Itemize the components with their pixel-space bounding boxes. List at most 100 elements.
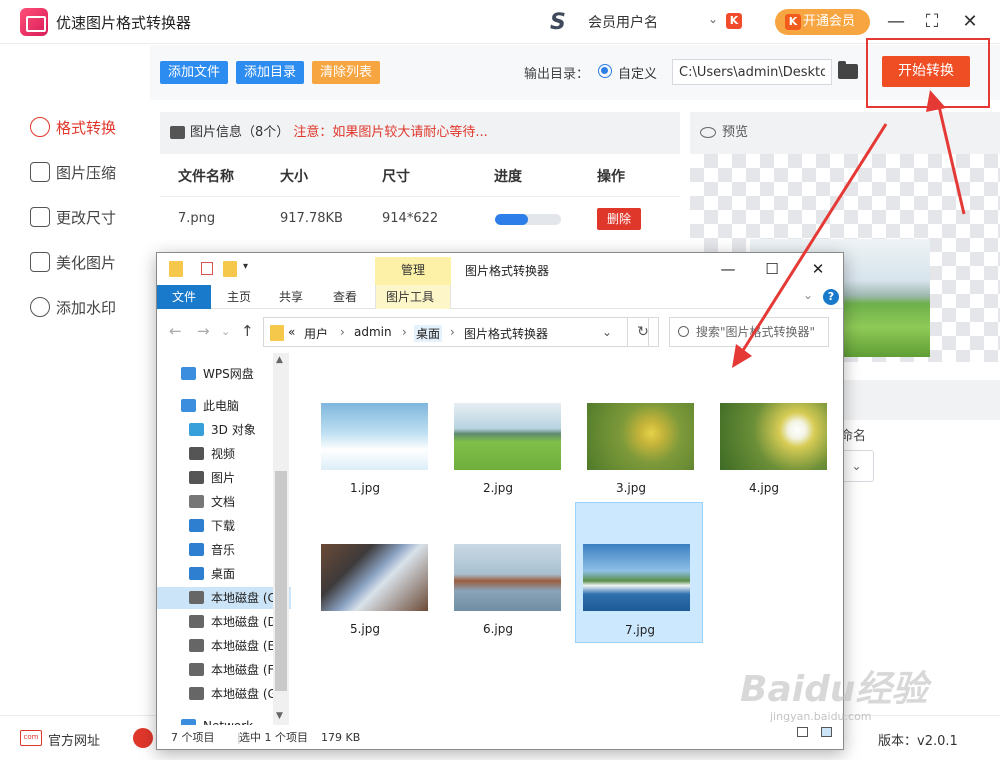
close-icon[interactable]: ✕ (807, 258, 829, 280)
sidebar-item-format-convert[interactable]: 格式转换 (30, 115, 116, 139)
tab-picture-tools[interactable]: 图片工具 (375, 285, 451, 309)
add-directory-button[interactable]: 添加目录 (236, 61, 305, 84)
nav-item[interactable]: 桌面 (189, 563, 235, 585)
large-icons-view-icon[interactable] (821, 727, 832, 737)
add-file-button[interactable]: 添加文件 (160, 61, 229, 84)
recent-caret-icon[interactable]: ⌄ (221, 325, 230, 338)
new-folder-icon[interactable] (223, 261, 237, 277)
file-thumbnail[interactable]: 1.jpg (301, 353, 429, 495)
delete-button[interactable]: 删除 (597, 208, 641, 230)
up-arrow-icon[interactable]: ↑ (241, 322, 254, 340)
nav-item[interactable]: 音乐 (189, 539, 235, 561)
preview-title: 预览 (722, 125, 749, 140)
custom-radio-label[interactable]: 自定义 (618, 63, 657, 82)
nav-scrollbar[interactable]: ▲ ▼ (273, 353, 289, 725)
file-thumbnail[interactable]: 7.jpg (575, 502, 703, 643)
nav-item[interactable]: 此电脑 (181, 395, 239, 417)
nav-item-label: 本地磁盘 (F (211, 663, 275, 677)
sidebar-item-resize[interactable]: 更改尺寸 (30, 205, 116, 229)
tab-file[interactable]: 文件 (157, 285, 212, 309)
search-input[interactable]: 搜索"图片格式转换器" (669, 317, 829, 347)
nav-item-label: Network (203, 719, 253, 725)
tab-view[interactable]: 查看 (323, 285, 367, 309)
maximize-icon[interactable]: ⛶ (918, 8, 946, 36)
nav-item[interactable]: 视频 (189, 443, 235, 465)
custom-radio[interactable] (598, 64, 612, 78)
nav-item[interactable]: 本地磁盘 (D (189, 611, 277, 633)
user-avatar-icon[interactable]: S (550, 10, 566, 35)
details-view-icon[interactable] (797, 727, 808, 737)
compress-icon (30, 162, 50, 182)
explorer-title-bar: ▾ 管理 图片格式转换器 — ☐ ✕ (157, 253, 843, 285)
baidu-watermark: Baidu经验 (740, 669, 928, 710)
nav-item[interactable]: 本地磁盘 (E (189, 635, 275, 657)
maximize-icon[interactable]: ☐ (761, 258, 783, 280)
qq-icon[interactable] (133, 728, 153, 748)
nav-item-icon (189, 495, 204, 508)
nav-item[interactable]: 本地磁盘 (G (189, 683, 277, 705)
breadcrumb-desktop[interactable]: 桌面 (414, 325, 443, 342)
chevron-down-icon[interactable]: ⌄ (602, 325, 612, 339)
file-image-preview (583, 544, 690, 611)
file-thumbnail[interactable]: 4.jpg (700, 353, 828, 495)
scroll-thumb[interactable] (275, 471, 287, 691)
website-link[interactable]: 官方网址 (48, 730, 100, 749)
chevron-down-icon[interactable]: ⌄ (803, 288, 813, 302)
nav-item-icon (189, 423, 204, 436)
file-thumbnail[interactable]: 3.jpg (567, 353, 695, 495)
address-input[interactable]: « 用户 › admin › 桌面 › 图片格式转换器 ⌄ (263, 317, 649, 347)
table-row[interactable]: 7.png 917.78KB 914*622 删除 (160, 196, 680, 242)
chevron-down-icon[interactable]: ⌄ (708, 12, 718, 26)
nav-item[interactable]: 本地磁盘 (C (157, 587, 291, 609)
open-vip-button[interactable]: K 开通会员 (775, 9, 870, 35)
quick-access-caret-icon[interactable]: ▾ (243, 261, 248, 272)
sidebar-item-compress[interactable]: 图片压缩 (30, 160, 116, 184)
output-path-input[interactable] (672, 59, 832, 85)
breadcrumb-admin[interactable]: admin (354, 325, 392, 339)
properties-icon[interactable] (201, 262, 213, 275)
tab-share[interactable]: 共享 (269, 285, 313, 309)
minimize-icon[interactable]: — (882, 8, 910, 36)
nav-item-label: 本地磁盘 (E (211, 639, 276, 653)
scroll-down-icon[interactable]: ▼ (276, 711, 283, 721)
nav-item[interactable]: 文档 (189, 491, 235, 513)
vip-badge-icon: K (726, 13, 742, 29)
file-thumbnail[interactable]: 5.jpg (301, 494, 429, 636)
tab-home[interactable]: 主页 (217, 285, 261, 309)
breadcrumb-overflow[interactable]: « (288, 325, 295, 339)
search-placeholder: 搜索"图片格式转换器" (696, 325, 816, 339)
nav-item-icon (189, 687, 204, 700)
folder-icon[interactable] (838, 61, 858, 79)
file-thumbnail[interactable]: 6.jpg (434, 494, 562, 636)
file-thumbnail[interactable]: 2.jpg (434, 353, 562, 495)
nav-item[interactable]: WPS网盘 (181, 363, 254, 385)
naming-select[interactable]: ⌄ (840, 450, 874, 482)
close-icon[interactable]: ✕ (956, 8, 984, 36)
back-arrow-icon[interactable]: ← (169, 322, 182, 340)
nav-item[interactable]: 本地磁盘 (F (189, 659, 274, 681)
nav-item-icon (189, 543, 204, 556)
refresh-icon[interactable]: ↻ (627, 317, 659, 347)
nav-item-label: 本地磁盘 (C (211, 591, 276, 605)
file-name-label: 7.jpg (624, 623, 656, 637)
website-icon: com (20, 730, 42, 746)
preview-header: 预览 (690, 112, 1000, 154)
nav-item[interactable]: 下载 (189, 515, 235, 537)
clear-list-button[interactable]: 清除列表 (312, 61, 381, 84)
file-list-panel: 图片信息（8个） 注意：如果图片较大请耐心等待... 文件名称 大小 尺寸 进度… (160, 112, 680, 252)
nav-item-label: 3D 对象 (211, 423, 256, 437)
user-name[interactable]: 会员用户名 (588, 12, 658, 32)
sidebar-item-beautify[interactable]: 美化图片 (30, 250, 116, 274)
help-icon[interactable]: ? (823, 289, 839, 305)
minimize-icon[interactable]: — (717, 258, 739, 280)
sidebar-item-watermark[interactable]: 添加水印 (30, 295, 116, 319)
breadcrumb-users[interactable]: 用户 (304, 325, 328, 342)
nav-item[interactable]: 图片 (189, 467, 235, 489)
nav-item-label: 此电脑 (203, 399, 240, 413)
nav-item[interactable]: Network (181, 715, 253, 725)
nav-item[interactable]: 3D 对象 (189, 419, 256, 441)
scroll-up-icon[interactable]: ▲ (276, 355, 283, 365)
forward-arrow-icon[interactable]: → (197, 322, 210, 340)
manage-tab[interactable]: 管理 (375, 257, 451, 285)
breadcrumb-current-folder[interactable]: 图片格式转换器 (464, 325, 548, 342)
